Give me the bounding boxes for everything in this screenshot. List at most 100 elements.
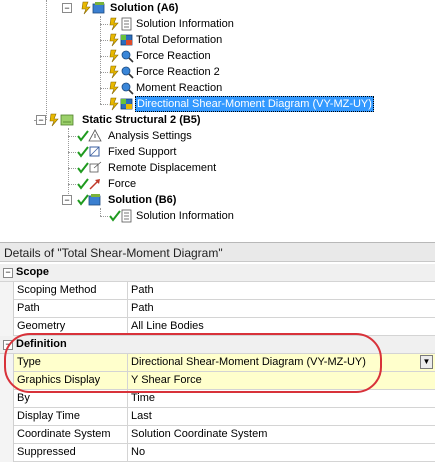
- tree-node-label: Force Reaction: [136, 50, 211, 62]
- property-name: By: [14, 390, 128, 408]
- section-header-scope[interactable]: − Scope: [0, 264, 435, 282]
- tree-node-label: Moment Reaction: [136, 82, 223, 94]
- tree-node-label: Analysis Settings: [108, 130, 192, 142]
- row-gutter: [0, 354, 14, 372]
- tree-node-directional-shear-moment-diagram[interactable]: Directional Shear-Moment Diagram (VY-MZ-…: [0, 96, 435, 112]
- section-header-definition[interactable]: − Definition: [0, 336, 435, 354]
- probe-icon: [121, 50, 134, 63]
- section-title: Scope: [16, 266, 50, 278]
- tree-node-solution-a6[interactable]: − Solution (A6): [0, 0, 435, 16]
- property-name: Scoping Method: [14, 282, 128, 300]
- property-name: Graphics Display: [14, 372, 128, 390]
- solution-icon: [88, 194, 101, 206]
- tree-guide-line: [100, 40, 108, 41]
- row-gutter: [0, 318, 14, 336]
- row-gutter: [0, 372, 14, 390]
- info-document-icon: [121, 17, 132, 31]
- dropdown-arrow-icon[interactable]: ▼: [420, 355, 433, 369]
- property-value[interactable]: No: [128, 444, 435, 462]
- tree-node-label: Force Reaction 2: [136, 66, 220, 78]
- tree-node-label: Solution Information: [136, 18, 234, 30]
- info-document-icon: [121, 209, 132, 223]
- property-row-geometry[interactable]: Geometry All Line Bodies: [0, 318, 435, 336]
- property-name: Type: [14, 354, 128, 372]
- row-gutter: [0, 300, 14, 318]
- details-panel-title: Details of "Total Shear-Moment Diagram": [0, 242, 435, 262]
- analysis-settings-icon: [88, 129, 102, 142]
- tree-node-label: Solution (A6): [110, 2, 179, 14]
- row-gutter: [0, 426, 14, 444]
- solution-icon: [92, 2, 105, 14]
- property-row-coordinate-system[interactable]: Coordinate System Solution Coordinate Sy…: [0, 426, 435, 444]
- row-gutter: [0, 282, 14, 300]
- property-row-scoping-method[interactable]: Scoping Method Path: [0, 282, 435, 300]
- row-gutter: [0, 444, 14, 462]
- tree-node-force-reaction-2[interactable]: Force Reaction 2: [0, 64, 435, 80]
- collapse-toggle[interactable]: −: [62, 3, 72, 13]
- property-value[interactable]: All Line Bodies: [128, 318, 435, 336]
- tree-node-label: Solution Information: [136, 210, 234, 222]
- tree-node-label: Total Deformation: [136, 34, 223, 46]
- property-value[interactable]: Time: [128, 390, 435, 408]
- tree-node-force-reaction[interactable]: Force Reaction: [0, 48, 435, 64]
- collapse-section-icon[interactable]: −: [3, 340, 13, 350]
- tree-node-total-deformation[interactable]: Total Deformation: [0, 32, 435, 48]
- fixed-support-icon: [89, 146, 100, 157]
- type-dropdown-value: Directional Shear-Moment Diagram (VY-MZ-…: [131, 356, 366, 368]
- tree-guide-line: [68, 184, 76, 185]
- tree-guide-line: [100, 56, 108, 57]
- property-row-path[interactable]: Path Path: [0, 300, 435, 318]
- tree-node-remote-displacement[interactable]: Remote Displacement: [0, 160, 435, 176]
- tree-node-label: Fixed Support: [108, 146, 177, 158]
- tree-node-label: Static Structural 2 (B5): [82, 114, 201, 126]
- row-gutter: [0, 408, 14, 426]
- tree-guide-line: [100, 216, 108, 217]
- tree-node-force[interactable]: Force: [0, 176, 435, 192]
- probe-icon: [121, 82, 134, 95]
- property-value[interactable]: Y Shear Force: [128, 372, 435, 390]
- property-name: Coordinate System: [14, 426, 128, 444]
- tree-node-analysis-settings[interactable]: Analysis Settings: [0, 128, 435, 144]
- section-title: Definition: [16, 338, 67, 350]
- diagram-result-icon: [120, 98, 133, 110]
- tree-node-static-structural-2[interactable]: − Static Structural 2 (B5): [0, 112, 435, 128]
- collapse-toggle[interactable]: −: [36, 115, 46, 125]
- property-name: Suppressed: [14, 444, 128, 462]
- property-name: Geometry: [14, 318, 128, 336]
- property-row-suppressed[interactable]: Suppressed No: [0, 444, 435, 462]
- property-name: Display Time: [14, 408, 128, 426]
- deformation-result-icon: [120, 34, 133, 46]
- property-row-type[interactable]: Type Directional Shear-Moment Diagram (V…: [0, 354, 435, 372]
- static-structural-icon: [60, 114, 74, 126]
- property-name: Path: [14, 300, 128, 318]
- tree-guide-line: [68, 136, 76, 137]
- tree-guide-line: [100, 72, 108, 73]
- tree-node-label: Force: [108, 178, 137, 190]
- tree-guide-line: [100, 88, 108, 89]
- row-gutter: [0, 390, 14, 408]
- remote-displacement-icon: [89, 161, 102, 173]
- project-tree: − Solution (A6) Solution Information Tot…: [0, 0, 435, 240]
- tree-node-label: Solution (B6): [108, 194, 177, 206]
- tree-node-moment-reaction[interactable]: Moment Reaction: [0, 80, 435, 96]
- property-value[interactable]: Solution Coordinate System: [128, 426, 435, 444]
- tree-node-solution-b6[interactable]: − Solution (B6): [0, 192, 435, 208]
- property-row-graphics-display[interactable]: Graphics Display Y Shear Force: [0, 372, 435, 390]
- property-value[interactable]: Path: [128, 282, 435, 300]
- tree-node-fixed-support[interactable]: Fixed Support: [0, 144, 435, 160]
- property-value[interactable]: Path: [128, 300, 435, 318]
- collapse-toggle[interactable]: −: [62, 195, 72, 205]
- tree-guide-line: [68, 168, 76, 169]
- tree-guide-line: [100, 24, 108, 25]
- property-value[interactable]: Last: [128, 408, 435, 426]
- property-row-by[interactable]: By Time: [0, 390, 435, 408]
- property-row-display-time[interactable]: Display Time Last: [0, 408, 435, 426]
- tree-node-label: Remote Displacement: [108, 162, 217, 174]
- tree-node-solution-information[interactable]: Solution Information: [0, 16, 435, 32]
- type-dropdown[interactable]: Directional Shear-Moment Diagram (VY-MZ-…: [128, 354, 435, 372]
- tree-node-solution-information-b6[interactable]: Solution Information: [0, 208, 435, 224]
- tree-guide-line: [68, 152, 76, 153]
- tree-node-label: Directional Shear-Moment Diagram (VY-MZ-…: [135, 96, 374, 112]
- collapse-section-icon[interactable]: −: [3, 268, 13, 278]
- probe-icon: [121, 66, 134, 79]
